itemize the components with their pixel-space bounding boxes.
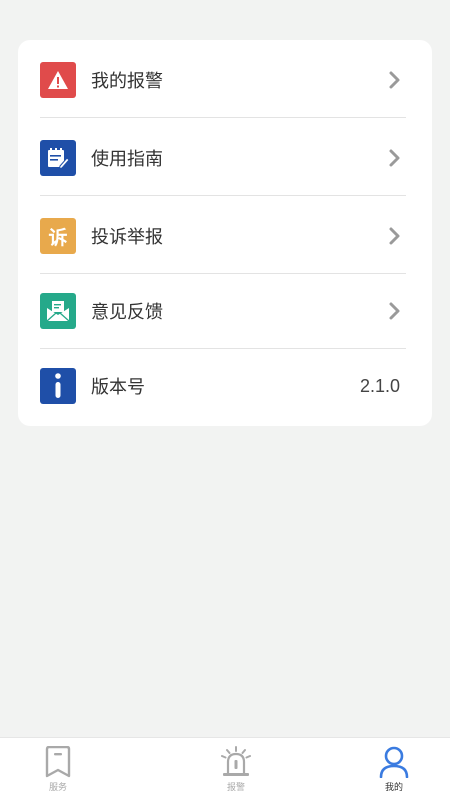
info-icon: [40, 368, 76, 404]
chevron-right-icon: [389, 302, 400, 320]
divider: [40, 195, 406, 196]
tab-alarm[interactable]: 报警: [186, 738, 286, 800]
chevron-right-icon: [389, 71, 400, 89]
tab-label: 报警: [226, 783, 245, 793]
version-value: 2.1.0: [359, 375, 400, 396]
alarm-siren-icon: [221, 746, 251, 776]
divider: [40, 117, 406, 118]
warning-icon: [40, 62, 76, 98]
menu-item-label: 意见反馈: [91, 302, 163, 323]
menu-item-label: 投诉举报: [91, 227, 163, 248]
tab-mine[interactable]: 我的: [344, 738, 444, 800]
bottom-tab-bar: 服务 报警 我的: [0, 737, 450, 800]
menu-item-version: 版本号 2.1.0: [40, 348, 406, 424]
chevron-right-icon: [389, 227, 400, 245]
version-label: 版本号: [91, 377, 145, 398]
menu-item-my-alarms[interactable]: 我的报警: [40, 42, 406, 118]
menu-item-complaint-report[interactable]: 诉 投诉举报: [40, 198, 406, 274]
menu-item-label: 使用指南: [91, 149, 163, 170]
menu-item-user-guide[interactable]: 使用指南: [40, 120, 406, 196]
tab-service[interactable]: 服务: [8, 738, 108, 800]
user-icon: [379, 746, 409, 778]
bookmark-icon: [45, 746, 71, 778]
tab-label: 我的: [384, 783, 403, 793]
menu-item-label: 我的报警: [91, 71, 163, 92]
menu-item-feedback[interactable]: 意见反馈: [40, 273, 406, 349]
guide-icon: [40, 140, 76, 176]
feedback-mail-icon: [40, 293, 76, 329]
menu-card: 我的报警 使用指南 诉 投诉举报 意见反馈 版本号 2.1.0: [18, 40, 432, 426]
complaint-icon: 诉: [40, 218, 76, 254]
chevron-right-icon: [389, 149, 400, 167]
tab-label: 服务: [48, 783, 67, 793]
